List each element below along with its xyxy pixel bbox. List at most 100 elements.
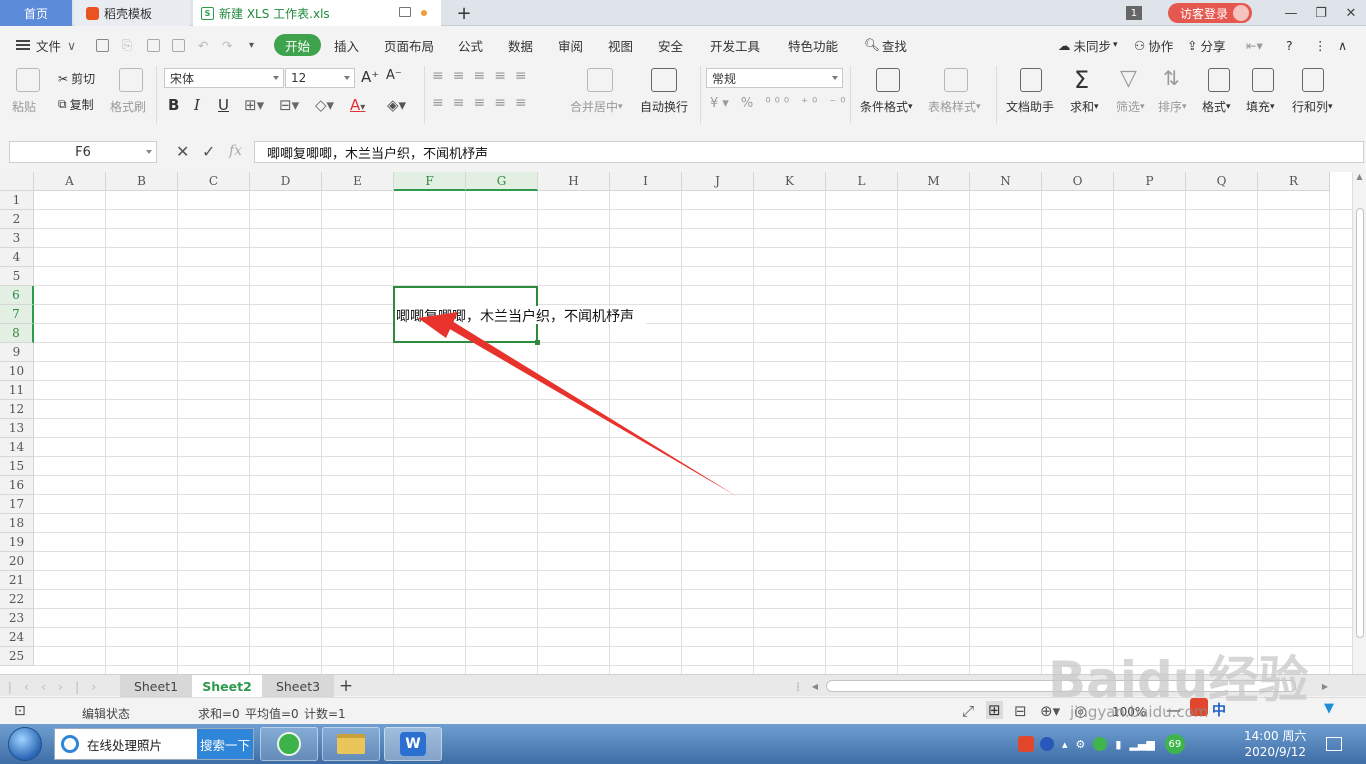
wrap-text-button[interactable]: 自动换行 xyxy=(640,98,688,115)
sort-button[interactable]: 排序 ▾ xyxy=(1158,98,1187,115)
format-painter-icon[interactable] xyxy=(119,68,143,92)
merge-center-button[interactable]: 合并居中 ▾ xyxy=(570,98,623,115)
fill-handle[interactable] xyxy=(535,340,540,345)
sum-button[interactable]: 求和 ▾ xyxy=(1070,98,1099,115)
cut-button[interactable]: ✂ 剪切 xyxy=(58,70,95,87)
column-header-h[interactable]: H xyxy=(538,172,610,191)
column-header-r[interactable]: R xyxy=(1258,172,1330,191)
doc-helper-icon[interactable] xyxy=(1020,68,1042,92)
row-header-13[interactable]: 13 xyxy=(0,419,34,438)
underline-icon[interactable]: U xyxy=(218,96,229,114)
row-header-17[interactable]: 17 xyxy=(0,495,34,514)
new-tab-button[interactable]: + xyxy=(452,0,476,26)
collab-button[interactable]: ⚇ 协作 xyxy=(1134,31,1173,59)
bold-icon[interactable]: B xyxy=(168,96,179,114)
minimize-icon[interactable]: — xyxy=(1276,6,1306,21)
row-header-3[interactable]: 3 xyxy=(0,229,34,248)
sheet-nav-arrows[interactable]: |‹‹›|› xyxy=(8,675,108,697)
row-col-button[interactable]: 行和列 ▾ xyxy=(1292,98,1333,115)
tab-developer[interactable]: 开发工具 xyxy=(710,31,760,59)
fullscreen-icon[interactable]: ⤢ xyxy=(962,702,974,720)
confirm-icon[interactable]: ✓ xyxy=(202,142,215,161)
tab-insert[interactable]: 插入 xyxy=(334,31,359,59)
undo-icon[interactable]: ↶ xyxy=(198,31,208,59)
360-icon[interactable] xyxy=(1093,737,1108,751)
sheet-tab-3[interactable]: Sheet3 xyxy=(262,675,334,697)
taskbar-search[interactable]: 在线处理照片 搜索一下 xyxy=(54,728,254,760)
sort-icon[interactable]: ⇅ xyxy=(1163,66,1180,90)
taskbar-clock[interactable]: 14:00 周六 2020/9/12 xyxy=(1244,728,1306,760)
row-header-5[interactable]: 5 xyxy=(0,267,34,286)
increase-font-icon[interactable]: A⁺ xyxy=(361,68,379,86)
paste-button[interactable]: 粘贴 xyxy=(12,98,36,115)
column-header-o[interactable]: O xyxy=(1042,172,1114,191)
select-all-corner[interactable] xyxy=(0,172,34,191)
fill-button[interactable]: 填充 ▾ xyxy=(1246,98,1275,115)
tray-expand-icon[interactable]: ▴ xyxy=(1062,738,1068,751)
name-box[interactable]: F6 xyxy=(9,141,157,163)
tray-app-icon[interactable]: ⚙ xyxy=(1076,738,1086,751)
row-header-9[interactable]: 9 xyxy=(0,343,34,362)
tab-data[interactable]: 数据 xyxy=(508,31,533,59)
column-header-q[interactable]: Q xyxy=(1186,172,1258,191)
more-icon[interactable]: ⋮ xyxy=(1314,31,1327,59)
sync-button[interactable]: ☁ 未同步 ▾ xyxy=(1058,31,1118,59)
row-header-12[interactable]: 12 xyxy=(0,400,34,419)
row-header-1[interactable]: 1 xyxy=(0,191,34,210)
row-header-7[interactable]: 7 xyxy=(0,305,34,324)
restore-icon[interactable]: ❐ xyxy=(1306,6,1336,21)
row-header-6[interactable]: 6 xyxy=(0,286,34,305)
login-button[interactable]: 访客登录 xyxy=(1167,3,1252,23)
format-button[interactable]: 格式 ▾ xyxy=(1202,98,1231,115)
column-header-j[interactable]: J xyxy=(682,172,754,191)
print-preview-icon[interactable] xyxy=(172,31,185,59)
filter-button[interactable]: 筛选 ▾ xyxy=(1116,98,1145,115)
table-style-button[interactable]: 表格样式 ▾ xyxy=(928,98,981,115)
border-icon[interactable]: ⊞▾ xyxy=(244,96,264,114)
help-icon[interactable]: ? xyxy=(1286,31,1293,59)
share-button[interactable]: ⇪ 分享 xyxy=(1187,31,1226,59)
formula-input[interactable]: 唧唧复唧唧，木兰当户织，不闻机杼声 xyxy=(254,141,1364,163)
spreadsheet-grid[interactable]: A B C D E F G H I J K L M N O P Q R 1 2 3 4 5 6 7 8 9 10 11 12 13 14 15 1… xyxy=(0,172,1352,674)
horizontal-align-icons[interactable]: ≡≡≡≡≡ xyxy=(432,95,536,111)
row-header-25[interactable]: 25 xyxy=(0,647,34,666)
shirt-icon[interactable]: ▼ xyxy=(1324,701,1334,716)
column-header-i[interactable]: I xyxy=(610,172,682,191)
column-header-b[interactable]: B xyxy=(106,172,178,191)
scroll-up-icon[interactable]: ▲ xyxy=(1353,172,1366,181)
conditional-format-icon[interactable] xyxy=(876,68,900,92)
normal-view-icon[interactable]: ⊞ xyxy=(986,701,1003,719)
font-name-select[interactable]: 宋体 xyxy=(164,68,284,88)
decrease-font-icon[interactable]: A⁻ xyxy=(386,68,402,83)
column-header-c[interactable]: C xyxy=(178,172,250,191)
row-header-21[interactable]: 21 xyxy=(0,571,34,590)
row-header-14[interactable]: 14 xyxy=(0,438,34,457)
taskbar-search-input[interactable]: 在线处理照片 xyxy=(87,735,197,754)
column-header-f[interactable]: F xyxy=(394,172,466,191)
tray-number-badge[interactable]: 69 xyxy=(1164,734,1185,754)
scroll-right-icon[interactable]: ▶ xyxy=(1318,675,1332,697)
file-menu[interactable]: 文件 ∨ xyxy=(16,31,76,59)
monitor-icon[interactable] xyxy=(399,7,411,17)
cancel-icon[interactable]: ✕ xyxy=(176,142,189,161)
browser-task-button[interactable] xyxy=(260,727,318,761)
row-header-23[interactable]: 23 xyxy=(0,609,34,628)
column-header-p[interactable]: P xyxy=(1114,172,1186,191)
column-header-e[interactable]: E xyxy=(322,172,394,191)
tab-home[interactable]: 首页 xyxy=(0,0,72,26)
redo-icon[interactable]: ↷ xyxy=(222,31,232,59)
column-header-n[interactable]: N xyxy=(970,172,1042,191)
column-header-a[interactable]: A xyxy=(34,172,106,191)
device-icon[interactable]: ▮ xyxy=(1115,738,1121,751)
quick-access-dropdown-icon[interactable]: ▾ xyxy=(249,31,254,59)
save-icon[interactable] xyxy=(96,31,109,59)
tab-review[interactable]: 审阅 xyxy=(558,31,583,59)
wrap-text-icon[interactable] xyxy=(651,68,677,92)
table-style-icon[interactable] xyxy=(944,68,968,92)
tab-features[interactable]: 特色功能 xyxy=(788,31,838,59)
print-icon[interactable] xyxy=(147,31,160,59)
row-header-2[interactable]: 2 xyxy=(0,210,34,229)
search-button[interactable]: 🔍︎ 查找 xyxy=(864,31,907,59)
cell-style-icon[interactable]: ⊟▾ xyxy=(279,96,299,114)
collapse-ribbon-icon[interactable]: ∧ xyxy=(1338,31,1347,59)
